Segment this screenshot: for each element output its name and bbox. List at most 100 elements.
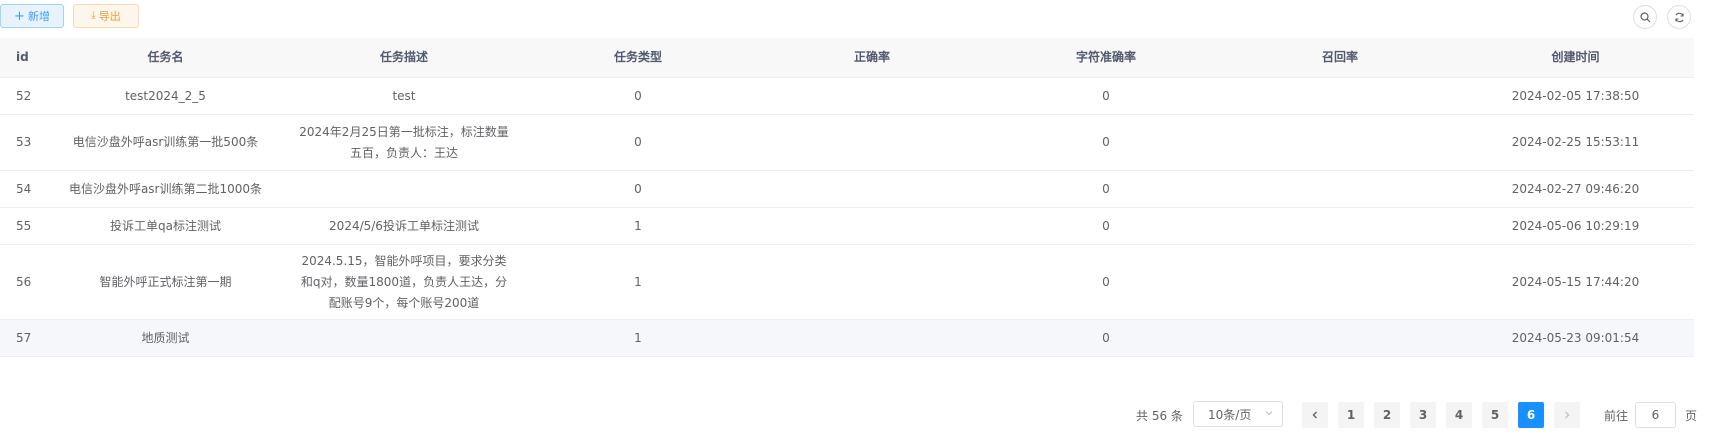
page-2-button[interactable]: 2: [1374, 402, 1400, 428]
description-line: 2024.5.15，智能外呼项目，要求分类: [301, 253, 507, 268]
cell-id: 53: [16, 135, 32, 149]
cell-created: 2024-02-05 17:38:50: [1511, 88, 1640, 103]
description-line: test: [392, 88, 416, 103]
description-line: 和q对，数量1800道，负责人王达，分: [300, 274, 508, 289]
cell-name: test2024_2_5: [125, 88, 206, 103]
cell-created: 2024-05-06 10:29:19: [1511, 218, 1640, 233]
description-line: 配账号9个，每个账号200道: [328, 295, 480, 310]
cell-type: 0: [634, 181, 642, 196]
table-row[interactable]: 57 地质测试 1 0 2024-05-23 09:01:54: [0, 320, 1694, 357]
goto-unit: 页: [1685, 409, 1698, 423]
cell-char-accuracy: 0: [1102, 135, 1110, 149]
cell-id: 52: [16, 88, 32, 103]
cell-accuracy: [755, 115, 989, 170]
cell-recall: [1223, 78, 1457, 114]
goto-label: 前往: [1604, 409, 1629, 423]
table-row[interactable]: 52 test2024_2_5 test 0 0 2024-02-05 17:38:50: [0, 78, 1694, 115]
column-header-type[interactable]: 任务类型: [521, 38, 755, 77]
cell-description: test: [287, 78, 521, 114]
search-toggle-button[interactable]: [1633, 5, 1657, 29]
cell-description: 2024年2月25日第一批标注，标注数量 五百，负责人：王达: [287, 115, 521, 170]
column-header-accuracy[interactable]: 正确率: [755, 38, 989, 77]
refresh-icon: [1674, 12, 1684, 22]
search-icon: [1639, 11, 1650, 22]
pagination: 共 56 条 10条/页 1 2 3 4 5 6 前往 页: [0, 401, 1713, 429]
cell-accuracy: [755, 78, 989, 114]
cell-recall: [1223, 320, 1457, 356]
cell-accuracy: [755, 320, 989, 356]
chevron-left-icon: [1312, 411, 1317, 419]
goto-page-input[interactable]: [1635, 402, 1676, 428]
cell-char-accuracy: 0: [1102, 330, 1110, 345]
cell-type: 1: [634, 218, 642, 233]
cell-char-accuracy: 0: [1102, 181, 1110, 196]
cell-name: 投诉工单qa标注测试: [110, 218, 221, 233]
cell-type: 1: [634, 330, 642, 345]
export-button[interactable]: ⤓ 导出: [73, 4, 139, 28]
cell-created: 2024-05-23 09:01:54: [1511, 330, 1640, 345]
table-row[interactable]: 53 电信沙盘外呼asr训练第一批500条 2024年2月25日第一批标注，标注数量…: [0, 115, 1694, 171]
cell-recall: [1223, 208, 1457, 244]
prev-page-button[interactable]: [1302, 402, 1328, 428]
chevron-down-icon: [1265, 411, 1273, 416]
cell-type: 0: [634, 135, 642, 149]
column-header-name[interactable]: 任务名: [44, 38, 287, 77]
cell-name: 智能外呼正式标注第一期: [99, 274, 232, 289]
cell-created: 2024-02-27 09:46:20: [1511, 181, 1640, 196]
page-size-value: 10条/页: [1208, 407, 1252, 422]
column-header-description[interactable]: 任务描述: [287, 38, 521, 77]
chevron-right-icon: [1565, 411, 1570, 419]
cell-recall: [1223, 115, 1457, 170]
cell-description: 2024/5/6投诉工单标注测试: [287, 208, 521, 244]
toolbar: + 新增 ⤓ 导出: [0, 0, 1713, 36]
page-1-button[interactable]: 1: [1338, 402, 1364, 428]
table-row[interactable]: 55 投诉工单qa标注测试 2024/5/6投诉工单标注测试 1 0 2024-05-06…: [0, 208, 1694, 245]
column-header-created[interactable]: 创建时间: [1457, 38, 1694, 77]
cell-id: 57: [16, 330, 32, 345]
page-4-button[interactable]: 4: [1446, 402, 1472, 428]
task-table: id 任务名 任务描述 任务类型 正确率 字符准确率 召回率 创建时间 52 te…: [0, 38, 1694, 357]
table-body: 52 test2024_2_5 test 0 0 2024-02-05 17:38:50 5…: [0, 78, 1694, 357]
export-button-label: 导出: [98, 10, 121, 23]
description-line: 2024/5/6投诉工单标注测试: [329, 218, 479, 233]
page-3-button[interactable]: 3: [1410, 402, 1436, 428]
table-header: id 任务名 任务描述 任务类型 正确率 字符准确率 召回率 创建时间: [0, 38, 1694, 78]
cell-accuracy: [755, 171, 989, 207]
column-header-char-accuracy[interactable]: 字符准确率: [989, 38, 1223, 77]
cell-description: 2024.5.15，智能外呼项目，要求分类 和q对，数量1800道，负责人王达，分…: [287, 245, 521, 319]
cell-created: 2024-05-15 17:44:20: [1511, 274, 1640, 289]
cell-recall: [1223, 171, 1457, 207]
pagination-total: 共 56 条: [1136, 409, 1183, 423]
add-button-label: 新增: [27, 10, 50, 23]
cell-recall: [1223, 245, 1457, 319]
download-icon: ⤓: [91, 10, 96, 21]
add-button[interactable]: + 新增: [0, 4, 64, 28]
cell-accuracy: [755, 208, 989, 244]
description-line: 2024年2月25日第一批标注，标注数量: [299, 124, 509, 139]
page-size-select[interactable]: 10条/页: [1193, 401, 1283, 427]
cell-created: 2024-02-25 15:53:11: [1511, 135, 1640, 149]
next-page-button[interactable]: [1554, 402, 1580, 428]
cell-name: 地质测试: [141, 330, 190, 345]
cell-description: [287, 171, 521, 207]
cell-accuracy: [755, 245, 989, 319]
table-row[interactable]: 56 智能外呼正式标注第一期 2024.5.15，智能外呼项目，要求分类 和q对，数量…: [0, 245, 1694, 320]
page-5-button[interactable]: 5: [1482, 402, 1508, 428]
cell-char-accuracy: 0: [1102, 218, 1110, 233]
cell-type: 0: [634, 88, 642, 103]
cell-name: 电信沙盘外呼asr训练第一批500条: [72, 135, 259, 149]
refresh-button[interactable]: [1667, 5, 1691, 29]
cell-id: 55: [16, 218, 32, 233]
cell-name: 电信沙盘外呼asr训练第二批1000条: [68, 181, 263, 196]
table-row[interactable]: 54 电信沙盘外呼asr训练第二批1000条 0 0 2024-02-27 09:46:…: [0, 171, 1694, 208]
column-header-id[interactable]: id: [0, 38, 44, 77]
page-6-button[interactable]: 6: [1518, 402, 1544, 428]
cell-description: [287, 320, 521, 356]
cell-char-accuracy: 0: [1102, 88, 1110, 103]
cell-type: 1: [634, 274, 642, 289]
description-line: 五百，负责人：王达: [349, 145, 458, 160]
cell-char-accuracy: 0: [1102, 274, 1110, 289]
cell-id: 54: [16, 181, 32, 196]
plus-icon: +: [14, 8, 25, 24]
column-header-recall[interactable]: 召回率: [1223, 38, 1457, 77]
